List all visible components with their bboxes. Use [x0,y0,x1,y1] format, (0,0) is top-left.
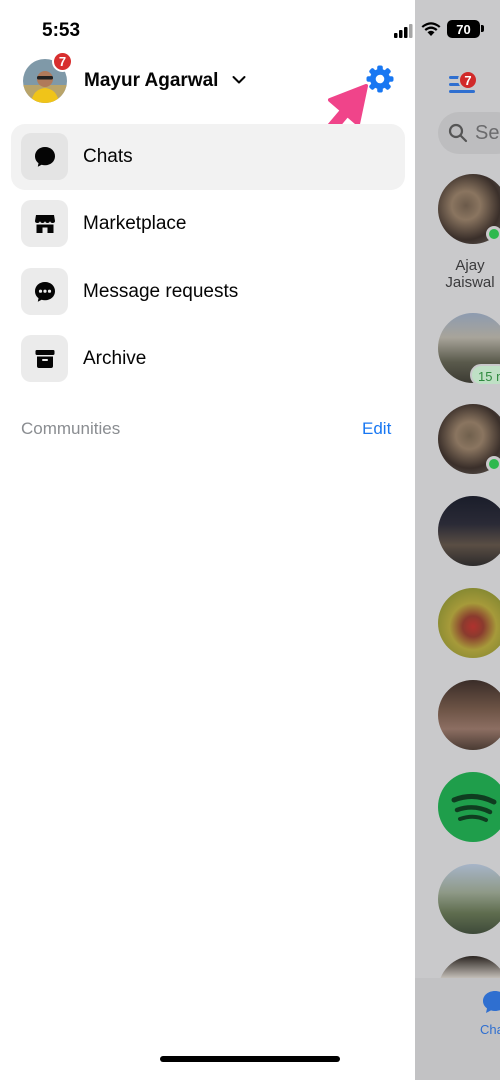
menu-item-label: Message requests [83,281,239,302]
contact-avatar[interactable] [438,680,500,750]
battery-tip [481,25,484,32]
active-time-chip: 15 m [470,364,500,386]
home-indicator[interactable] [160,1056,340,1062]
message-dots-icon [34,281,55,302]
search-icon [448,123,468,143]
online-indicator [486,226,500,242]
background-search-placeholder: Se [475,122,500,144]
menu-item-chats[interactable]: Chats [11,124,405,190]
battery-indicator: 70 [447,20,480,38]
profile-name[interactable]: Mayur Agarwal [84,70,218,92]
menu-icon-container [21,133,68,180]
contact-name-last: Jaiswal [445,274,495,291]
cellular-signal-icon [394,24,413,38]
contact-avatar[interactable] [438,588,500,658]
chats-tab-icon[interactable] [482,990,500,1014]
archive-box-icon [35,349,54,368]
spotify-logo-icon [451,794,497,822]
chat-bubble-icon [34,146,55,167]
menu-icon-container [21,200,68,247]
contact-name-first: Ajay [455,257,485,274]
menu-item-label: Archive [83,348,147,369]
contact-avatar[interactable] [438,496,500,566]
status-time: 5:53 [42,20,81,41]
menu-item-message-requests[interactable]: Message requests [11,259,405,325]
menu-icon-container [21,268,68,315]
notification-badge: 7 [52,51,73,72]
menu-icon-container [21,335,68,382]
menu-item-label: Marketplace [83,213,187,234]
menu-item-marketplace[interactable]: Marketplace [11,191,405,257]
storefront-icon [34,214,55,233]
chevron-down-icon[interactable] [232,75,246,85]
communities-heading: Communities [21,419,121,438]
menu-item-archive[interactable]: Archive [11,326,405,392]
background-notification-badge: 7 [458,70,478,90]
contact-avatar[interactable] [438,864,500,934]
chats-tab-label: Cha [480,1022,500,1037]
menu-item-label: Chats [83,146,133,167]
communities-edit-button[interactable]: Edit [362,419,391,439]
wifi-icon [421,22,441,36]
online-indicator [486,456,500,472]
spotify-avatar[interactable] [438,772,500,842]
